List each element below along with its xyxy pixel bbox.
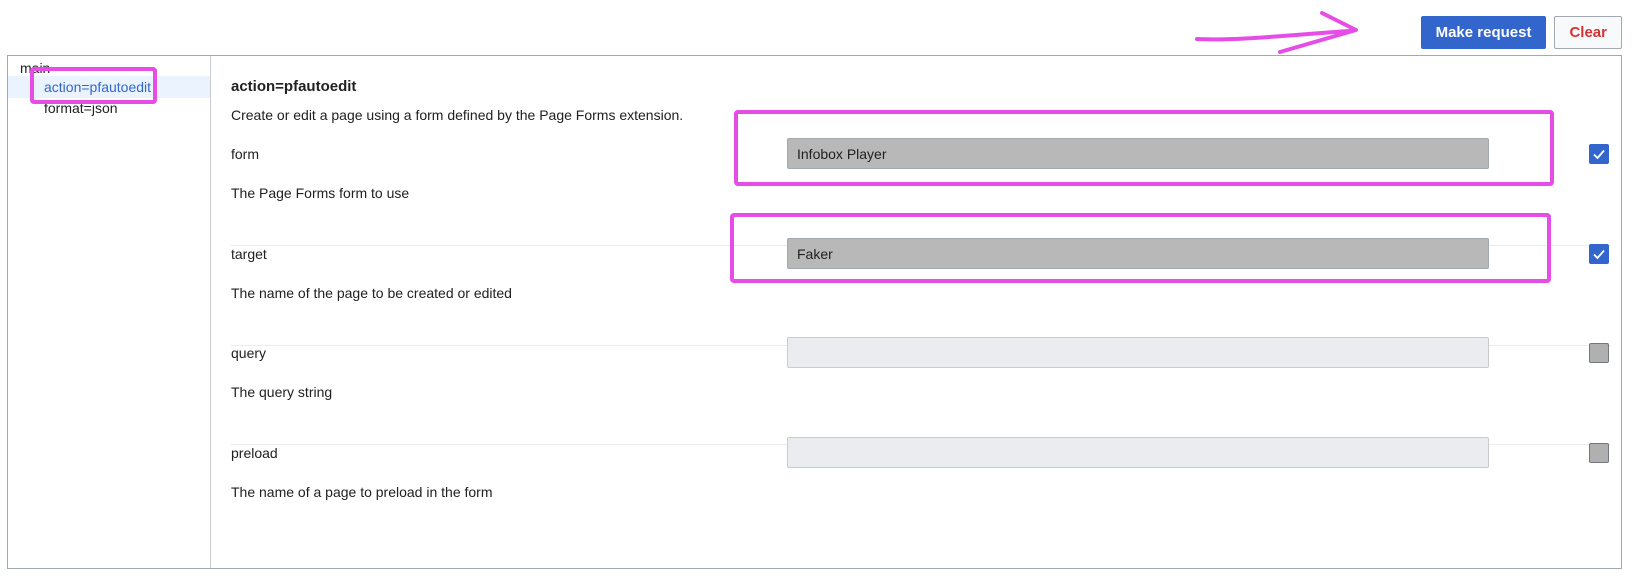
module-content: action=pfautoedit Create or edit a page … (231, 56, 1611, 568)
param-name: form (231, 146, 259, 162)
param-name: query (231, 345, 267, 361)
module-sidebar: main action=pfautoedit format=json (8, 56, 211, 568)
param-description: The Page Forms form to use (231, 185, 410, 201)
sandbox-panel: main action=pfautoedit format=json actio… (7, 55, 1622, 569)
param-row-query: query The query string (231, 337, 1611, 445)
make-request-button[interactable]: Make request (1420, 16, 1547, 49)
param-description: The name of a page to preload in the for… (231, 484, 493, 500)
form-input[interactable] (787, 138, 1489, 169)
sidebar-root-label: main (20, 60, 51, 76)
check-icon (1593, 249, 1605, 260)
module-title: action=pfautoedit (231, 78, 357, 95)
param-description: The query string (231, 384, 333, 400)
target-input[interactable] (787, 238, 1489, 269)
param-description: The name of the page to be created or ed… (231, 285, 512, 301)
preload-input[interactable] (787, 437, 1489, 468)
param-row-target: target The name of the page to be create… (231, 238, 1611, 346)
param-row-preload: preload The name of a page to preload in… (231, 437, 1611, 545)
sidebar-item-format[interactable]: format=json (8, 97, 210, 119)
preload-enabled-checkbox[interactable] (1589, 443, 1609, 463)
form-enabled-checkbox[interactable] (1589, 144, 1609, 164)
param-name: preload (231, 445, 278, 461)
param-name: target (231, 246, 267, 262)
query-enabled-checkbox[interactable] (1589, 343, 1609, 363)
sidebar-item-action[interactable]: action=pfautoedit (8, 76, 210, 98)
request-toolbar: Make request Clear (1420, 16, 1622, 49)
query-input[interactable] (787, 337, 1489, 368)
clear-button[interactable]: Clear (1554, 16, 1622, 49)
check-icon (1593, 149, 1605, 160)
target-enabled-checkbox[interactable] (1589, 244, 1609, 264)
param-row-form: form The Page Forms form to use (231, 138, 1611, 246)
module-description: Create or edit a page using a form defin… (231, 107, 684, 123)
